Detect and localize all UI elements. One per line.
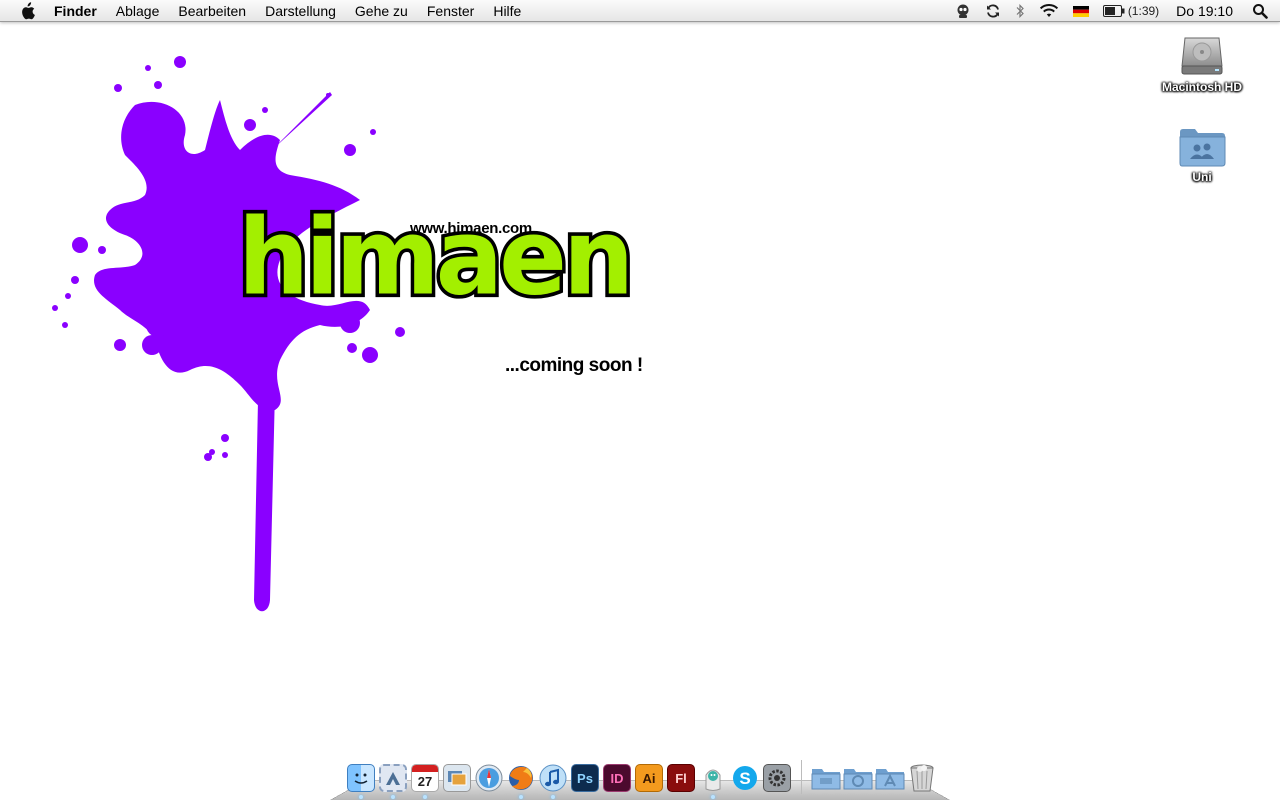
- running-indicator: [551, 795, 555, 799]
- dock-applications-stack[interactable]: [874, 762, 906, 794]
- apple-logo-icon: [22, 1, 35, 19]
- svg-text:S: S: [739, 769, 750, 788]
- hard-drive-icon: [1181, 37, 1223, 75]
- indesign-icon: ID: [603, 764, 631, 792]
- dock-system-preferences[interactable]: [761, 762, 793, 794]
- illustrator-icon: Ai: [635, 764, 663, 792]
- running-indicator: [423, 795, 427, 799]
- folder-icon: [1179, 129, 1226, 167]
- menu-hilfe[interactable]: Hilfe: [484, 0, 531, 22]
- downloads-stack-icon: [843, 769, 873, 790]
- finder-icon: [347, 764, 375, 792]
- logo-slogan: ...coming soon !: [505, 355, 643, 376]
- sync-icon[interactable]: [985, 0, 1001, 22]
- app-abbrev: ID: [610, 770, 624, 786]
- running-indicator: [519, 795, 523, 799]
- dock-downloads-stack[interactable]: [842, 762, 874, 794]
- app-abbrev: Ai: [642, 770, 656, 786]
- spotlight-search-icon[interactable]: [1252, 0, 1268, 22]
- photoshop-icon: Ps: [571, 764, 599, 792]
- desktop-icon-label: Uni: [1192, 170, 1212, 184]
- adium-icon: [705, 769, 721, 791]
- menu-gehe-zu[interactable]: Gehe zu: [345, 0, 417, 22]
- flash-icon: Fl: [667, 764, 695, 792]
- dock-calendar[interactable]: 27: [409, 762, 441, 799]
- skype-icon: S: [733, 766, 757, 790]
- dock-photoshop[interactable]: Ps: [569, 762, 601, 794]
- flag-germany-icon[interactable]: [1072, 0, 1089, 22]
- menu-darstellung[interactable]: Darstellung: [256, 0, 346, 22]
- dock-skype[interactable]: S: [729, 762, 761, 794]
- himaen-wallpaper-logo: www.himaen.com himaen ...coming soon !: [40, 40, 660, 620]
- menu-ablage[interactable]: Ablage: [106, 0, 169, 22]
- calendar-date: 27: [417, 774, 433, 789]
- app-abbrev: Ps: [577, 770, 593, 786]
- applications-stack-icon: [875, 769, 905, 790]
- dock-itunes[interactable]: [537, 762, 569, 799]
- dock-adium[interactable]: [697, 762, 729, 799]
- paint-splash-icon: [52, 56, 405, 612]
- desktop-icon-label: Macintosh HD: [1161, 80, 1242, 94]
- dock-indesign[interactable]: ID: [601, 762, 633, 794]
- menu-finder[interactable]: Finder: [54, 0, 106, 22]
- calendar-icon: 27: [411, 764, 439, 792]
- menu-fenster[interactable]: Fenster: [417, 0, 483, 22]
- dock-illustrator[interactable]: Ai: [633, 762, 665, 794]
- menu-bearbeiten[interactable]: Bearbeiten: [169, 0, 256, 22]
- dock-documents-stack[interactable]: [810, 762, 842, 794]
- menu-bar: Finder Ablage Bearbeiten Darstellung Geh…: [0, 0, 1280, 22]
- dock-trash[interactable]: [906, 762, 938, 794]
- dock-mail[interactable]: [377, 762, 409, 799]
- desktop-icon-uni[interactable]: Uni: [1147, 126, 1257, 184]
- battery-icon[interactable]: (1:39): [1102, 0, 1160, 22]
- safari-icon: [475, 764, 503, 792]
- preview-icon: [443, 764, 471, 792]
- running-indicator: [711, 795, 715, 799]
- dock-preview[interactable]: [441, 762, 473, 794]
- apple-menu[interactable]: [0, 0, 54, 22]
- robot-icon[interactable]: [955, 0, 971, 22]
- mail-stamp-icon: [379, 764, 407, 792]
- system-preferences-icon: [763, 764, 791, 792]
- dock-safari[interactable]: [473, 762, 505, 794]
- battery-time: (1:39): [1127, 4, 1160, 18]
- running-indicator: [391, 795, 395, 799]
- dock: 27 Ps ID Ai Fl S: [345, 754, 938, 799]
- dock-finder[interactable]: [345, 762, 377, 799]
- app-abbrev: Fl: [675, 770, 687, 786]
- bluetooth-icon[interactable]: [1015, 0, 1025, 22]
- menu-clock[interactable]: Do 19:10: [1176, 3, 1233, 19]
- status-area: (1:39) Do 19:10: [948, 0, 1280, 22]
- logo-wordmark: himaen: [234, 196, 637, 319]
- dock-firefox[interactable]: [505, 762, 537, 799]
- itunes-icon: [539, 764, 567, 792]
- dock-flash[interactable]: Fl: [665, 762, 697, 794]
- documents-stack-icon: [811, 769, 841, 790]
- running-indicator: [359, 795, 363, 799]
- trash-icon: [910, 764, 934, 792]
- dock-separator: [801, 760, 802, 794]
- firefox-icon: [509, 766, 533, 790]
- desktop-icon-macintosh-hd[interactable]: Macintosh HD: [1147, 30, 1257, 94]
- wifi-icon[interactable]: [1039, 0, 1059, 22]
